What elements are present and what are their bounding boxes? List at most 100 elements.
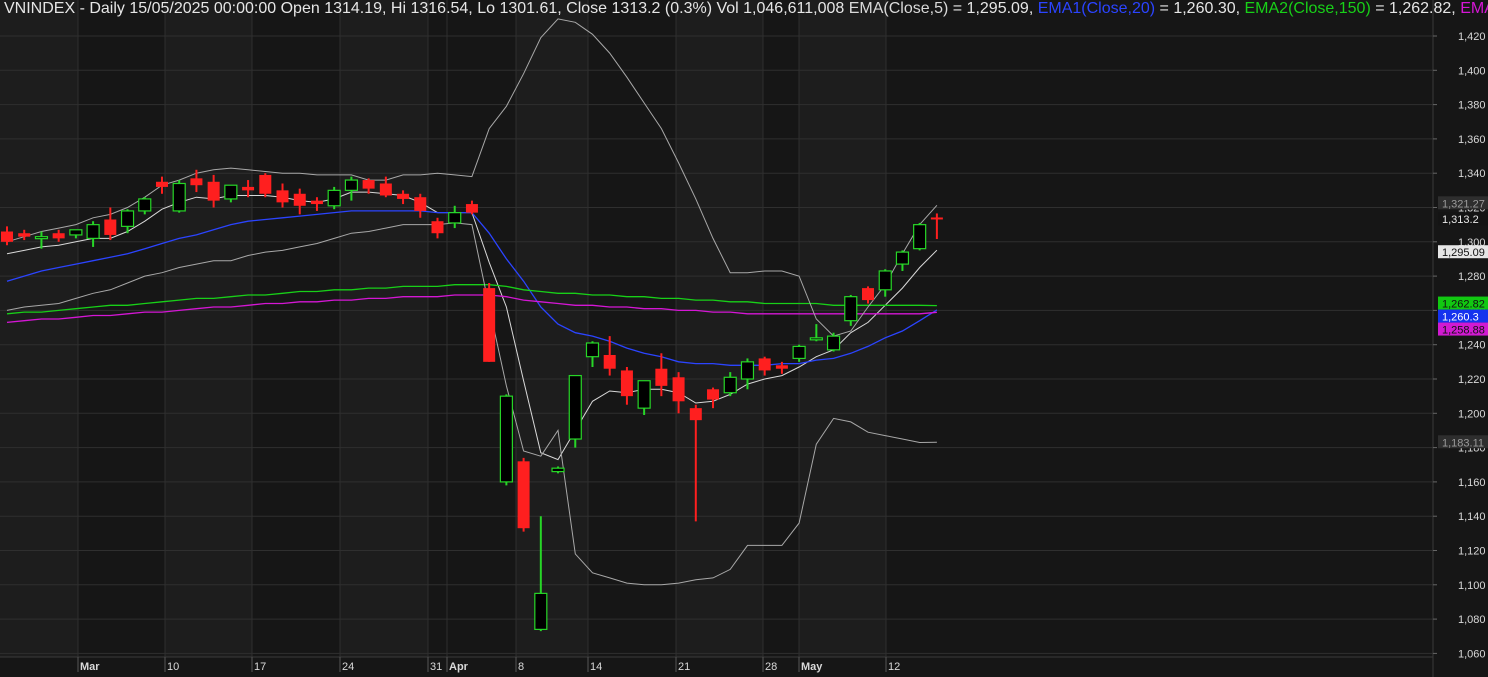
price-tick-label: 1,120 <box>1458 546 1486 558</box>
candle-body <box>431 221 444 234</box>
candle-body <box>758 358 771 371</box>
price-tick-label: 1,240 <box>1458 340 1486 352</box>
chart-window[interactable]: 1,060 1,080 1,100 1,120 1,140 1,160 1,180 1,200… <box>0 0 1488 677</box>
date-tick-label: 28 <box>765 661 777 673</box>
value-label: 1,183.11 <box>1438 435 1488 449</box>
week-band <box>516 0 588 657</box>
date-tick-label: Mar <box>80 661 100 673</box>
candle-body <box>913 224 927 250</box>
value-label-text: 1,258.88 <box>1442 325 1485 337</box>
candle-body <box>1 231 13 242</box>
candle <box>499 394 513 486</box>
value-label-text: 1,260.3 <box>1442 312 1479 324</box>
candle-body <box>534 592 548 630</box>
candle-body <box>809 337 823 341</box>
candle-body <box>483 288 496 362</box>
price-tick-label: 1,080 <box>1458 614 1486 626</box>
candle-body <box>723 376 737 394</box>
candle-body <box>69 229 83 236</box>
header-segment: VNINDEX - Daily 15/05/2025 00:00:00 Open… <box>4 0 849 17</box>
candle-body <box>844 296 858 322</box>
candle-body <box>672 377 685 402</box>
date-tick-label: 21 <box>678 661 690 673</box>
header-segment: EMA2(Close,150) <box>1245 0 1371 17</box>
price-tick-label: 1,400 <box>1458 65 1486 77</box>
value-label: 1,313.2 <box>1438 212 1488 226</box>
candle-body <box>499 395 513 483</box>
candle-body <box>655 368 668 386</box>
candle-body <box>379 183 392 196</box>
chart-header: VNINDEX - Daily 15/05/2025 00:00:00 Open… <box>4 0 1488 17</box>
candle-body <box>740 361 755 380</box>
candle-body <box>242 186 255 191</box>
candle-body <box>172 182 186 212</box>
candle-body <box>155 181 168 187</box>
date-tick-label: May <box>801 661 823 673</box>
value-label-text: 1,262.82 <box>1442 299 1485 311</box>
week-band <box>340 0 428 657</box>
date-tick-label: 31 <box>430 661 442 673</box>
price-chart[interactable]: 1,0601,0801,1001,1201,1401,1601,1801,200… <box>0 0 1488 677</box>
week-band <box>165 0 252 657</box>
price-tick-label: 1,160 <box>1458 477 1486 489</box>
date-tick-label: 12 <box>888 661 900 673</box>
candle-body <box>448 212 462 224</box>
date-tick-label: 24 <box>342 661 354 673</box>
candle-body <box>259 174 272 194</box>
value-label-text: 1,313.2 <box>1442 214 1479 226</box>
header-segment: EMA(Close,5) <box>849 0 949 17</box>
date-tick-label: 17 <box>254 661 266 673</box>
candle-body <box>620 370 633 397</box>
candle-body <box>878 270 892 291</box>
candle-body <box>310 200 323 205</box>
price-tick-label: 1,340 <box>1458 168 1486 180</box>
price-tick-label: 1,060 <box>1458 648 1486 660</box>
candle-body <box>414 197 427 211</box>
date-tick-label: 14 <box>590 661 602 673</box>
price-tick-label: 1,200 <box>1458 408 1486 420</box>
value-label: 1,258.88 <box>1438 322 1488 337</box>
candle-body <box>397 193 410 199</box>
candle-body <box>517 461 530 529</box>
candle <box>517 457 530 532</box>
candle-body <box>465 204 478 213</box>
candle-body <box>862 288 874 301</box>
price-tick-label: 1,100 <box>1458 580 1486 592</box>
value-label: 1,295.09 <box>1438 245 1488 259</box>
candle <box>568 374 582 448</box>
candle-body <box>930 217 943 220</box>
header-segment: = 1,262.82, <box>1371 0 1460 17</box>
candle-body <box>344 179 358 191</box>
candle-body <box>637 380 651 409</box>
candle-body <box>86 224 100 239</box>
date-tick-label: Apr <box>449 661 469 673</box>
candle-body <box>52 233 65 239</box>
candle-body <box>34 236 49 240</box>
candle-body <box>689 408 702 421</box>
candle-body <box>551 467 565 473</box>
candle-body <box>120 210 135 227</box>
header-segment: EMA1(Close,20) <box>1038 0 1155 17</box>
candle-body <box>224 184 238 200</box>
candle-body <box>826 335 841 351</box>
candle-body <box>792 345 806 360</box>
price-tick-label: 1,140 <box>1458 511 1486 523</box>
week-band <box>799 0 886 657</box>
candle-body <box>707 389 720 400</box>
value-label-text: 1,295.09 <box>1442 247 1485 259</box>
candle <box>259 173 272 198</box>
candle-body <box>207 181 220 201</box>
candle <box>172 180 186 213</box>
value-label-text: 1,183.11 <box>1442 437 1484 449</box>
candle <box>327 186 341 210</box>
candle-body <box>190 178 203 186</box>
value-label: 1,262.82 <box>1438 296 1488 311</box>
candle-body <box>138 198 152 212</box>
candle-body <box>327 189 341 207</box>
price-tick-label: 1,220 <box>1458 374 1486 386</box>
candle-body <box>293 193 306 206</box>
price-tick-label: 1,420 <box>1458 31 1486 43</box>
candle-body <box>895 251 910 265</box>
candle-body <box>104 219 117 235</box>
header-segment: EMA3(Close,200) <box>1460 0 1488 17</box>
